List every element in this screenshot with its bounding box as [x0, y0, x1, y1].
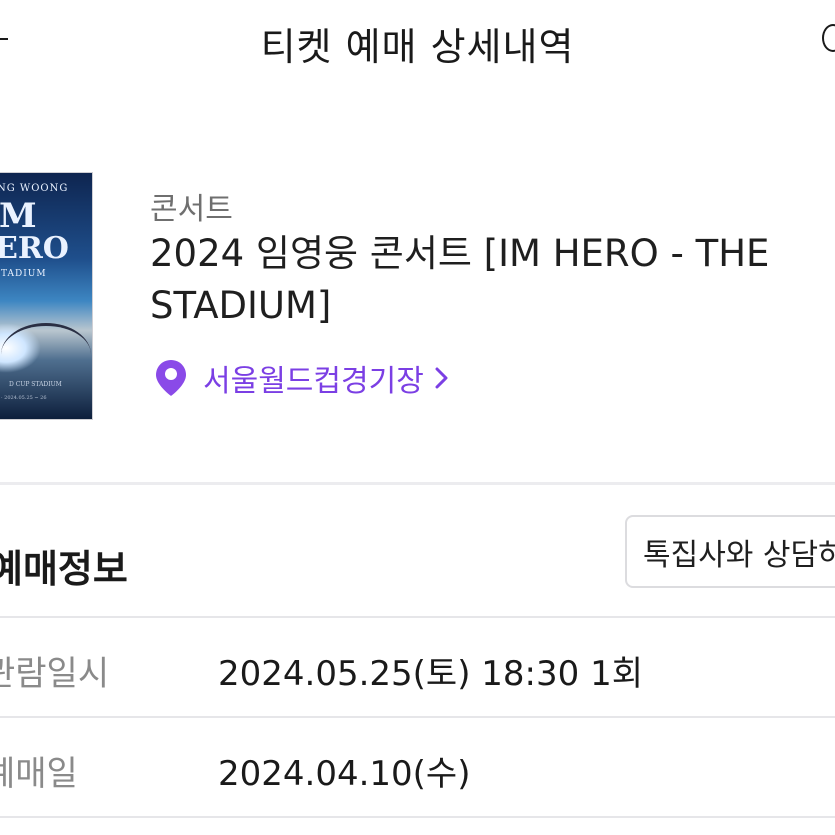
row-divider — [0, 816, 835, 818]
venue-name: 서울월드컵경기장 — [203, 364, 424, 399]
consult-button[interactable]: 톡집사와 상담하기 — [625, 515, 835, 588]
header: 티켓 예매 상세내역 — [0, 0, 835, 90]
poster-artist-text: NG WOONG — [0, 183, 69, 194]
page-title: 티켓 예매 상세내역 — [260, 25, 575, 69]
poster-logo-line2: ERO — [0, 231, 69, 266]
venue-link[interactable]: 서울월드컵경기장 — [153, 358, 450, 399]
row-label-booking-date: 예매일 — [0, 754, 78, 794]
location-pin-icon — [156, 360, 186, 396]
event-title: 2024 임영웅 콘서트 [IM HERO - THE STADIUM] — [150, 232, 770, 327]
row-divider — [0, 716, 835, 718]
poster-venue-text: D CUP STADIUM — [9, 381, 62, 388]
poster-subtitle: TADIUM — [1, 269, 47, 279]
event-poster-image: NG WOONG M ERO TADIUM D CUP STADIUM · 20… — [0, 172, 93, 420]
row-value-viewing-date: 2024.05.25(토) 18:30 1회 — [218, 654, 643, 694]
row-divider — [0, 616, 835, 618]
poster-date-text: · 2024.05.25 ~ 26 — [1, 395, 47, 401]
row-value-booking-date: 2024.04.10(수) — [218, 754, 471, 794]
row-label-viewing-date: 관람일시 — [0, 654, 110, 694]
poster-stadium-arch — [1, 323, 91, 386]
event-category: 콘서트 — [150, 192, 233, 227]
chevron-right-icon — [435, 367, 448, 389]
poster-logo-line1: M — [0, 196, 37, 236]
section-divider — [0, 482, 835, 485]
section-title: 예매정보 — [0, 547, 128, 591]
